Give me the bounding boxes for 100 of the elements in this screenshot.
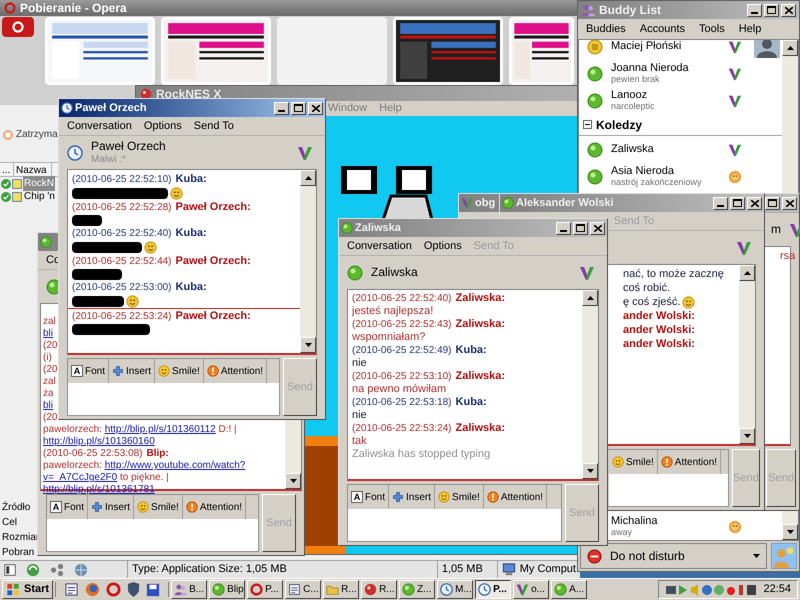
menu-item[interactable]: Conversation xyxy=(67,118,132,134)
status-icon xyxy=(40,236,52,248)
link[interactable]: http://www.youtube.com/watch? xyxy=(104,460,246,471)
link[interactable]: http://blip.pl/s/101360160 xyxy=(43,436,155,447)
refresh-icon[interactable] xyxy=(26,562,40,576)
taskbar-button[interactable]: P... xyxy=(247,580,284,599)
maximize-button[interactable] xyxy=(573,222,588,234)
minimize-button[interactable] xyxy=(274,102,289,114)
scroll-down-button[interactable] xyxy=(285,473,301,489)
scroll-down-button[interactable] xyxy=(300,337,316,353)
taskbar-button[interactable]: P... xyxy=(475,580,512,599)
maximize-button[interactable] xyxy=(764,4,779,16)
buddy-name[interactable]: Michalina xyxy=(611,516,658,526)
group-name: Koledzy xyxy=(596,116,642,134)
scroll-up-button[interactable] xyxy=(739,265,755,281)
taskbar-button[interactable]: Z... xyxy=(399,580,436,599)
scroll-up-button[interactable] xyxy=(782,40,798,56)
menu-item[interactable]: Send To xyxy=(194,118,234,134)
maximize-icon xyxy=(767,6,776,14)
timestamp: (2010-06-25 22:53:24) xyxy=(72,310,172,324)
maximize-button[interactable] xyxy=(730,196,745,210)
scroll-up-button[interactable] xyxy=(300,170,316,186)
speed-dial-tile[interactable] xyxy=(277,17,387,85)
close-button[interactable] xyxy=(590,222,605,234)
down-arrow-icon xyxy=(586,469,594,473)
v-logo-icon xyxy=(516,583,530,596)
timestamp: (2010-06-25 22:52:40) xyxy=(72,227,172,241)
sender-name: Blip: xyxy=(146,448,169,460)
message-text: (20 xyxy=(43,340,58,352)
taskbar-button[interactable]: R... xyxy=(361,580,398,599)
menu-button[interactable] xyxy=(2,17,34,37)
scroll-down-button[interactable] xyxy=(782,524,798,540)
close-button[interactable] xyxy=(308,102,323,114)
input-field[interactable] xyxy=(68,383,279,415)
status-icon xyxy=(402,583,416,596)
start-button[interactable]: Start xyxy=(2,580,54,599)
menu-item[interactable]: Buddies xyxy=(586,20,626,38)
input-field[interactable] xyxy=(348,509,561,541)
taskbar-button[interactable]: o... xyxy=(513,580,550,599)
taskbar-button[interactable]: A... xyxy=(551,580,588,599)
menu-item[interactable]: Help xyxy=(738,20,762,38)
maximize-button[interactable] xyxy=(765,196,780,210)
up-arrow-icon xyxy=(744,271,750,275)
folder-icon xyxy=(326,583,340,596)
buddy-name[interactable]: Lanooz xyxy=(611,90,655,100)
scroll-down-button[interactable] xyxy=(582,463,598,479)
buddy-name[interactable]: Maciej Płoński xyxy=(611,41,682,52)
shield-icon[interactable] xyxy=(127,582,140,597)
taskbar-button[interactable]: C... xyxy=(285,580,322,599)
link[interactable]: http://blip.pl/s/101360112 xyxy=(104,424,216,435)
maximize-button[interactable] xyxy=(291,102,306,114)
menu-item[interactable]: Options xyxy=(424,238,462,254)
close-button[interactable] xyxy=(781,4,796,16)
timestamp: (2010-06-25 22:53:10) xyxy=(352,370,452,383)
buddy-name[interactable]: Asia Nieroda xyxy=(611,166,702,176)
speed-dial-tile[interactable] xyxy=(509,17,574,85)
panel-icon[interactable] xyxy=(4,564,16,576)
input-field[interactable] xyxy=(47,519,258,551)
taskbar-button[interactable]: M... xyxy=(437,580,474,599)
flower-icon xyxy=(728,170,742,184)
link[interactable]: bli xyxy=(43,400,54,411)
status-icon xyxy=(212,583,226,596)
sender-name: Zaliwska: xyxy=(456,292,506,305)
buddy-name[interactable]: Joanna Nieroda xyxy=(611,62,689,74)
close-button[interactable] xyxy=(747,196,762,210)
scroll-down-button[interactable] xyxy=(739,428,755,444)
down-arrow-icon xyxy=(744,434,750,438)
link[interactable]: v=_A7CcJge2F0 xyxy=(43,472,118,483)
check-icon xyxy=(1,192,11,202)
taskbar-button[interactable]: Blip xyxy=(209,580,246,599)
message-text: nie xyxy=(352,357,367,370)
network-icon[interactable] xyxy=(50,562,64,576)
minimize-button[interactable] xyxy=(556,222,571,234)
collapse-icon[interactable] xyxy=(583,120,592,129)
group-header[interactable]: Koledzy xyxy=(579,114,782,136)
sender-name: Kuba: xyxy=(456,344,487,357)
exclamation-icon xyxy=(486,491,499,503)
status-selector[interactable]: Do not disturb xyxy=(580,543,767,569)
menu-item[interactable]: Options xyxy=(144,118,182,134)
minimize-button[interactable] xyxy=(713,196,728,210)
menu-item[interactable]: Conversation xyxy=(347,238,412,254)
stop-button[interactable]: Zatrzyma xyxy=(16,127,58,142)
window-title: Zaliwska xyxy=(355,220,401,236)
globe-icon[interactable] xyxy=(74,562,88,576)
buddy-name[interactable]: Zaliwska xyxy=(611,144,654,155)
input-field[interactable] xyxy=(609,474,728,506)
link[interactable]: bli xyxy=(43,328,54,339)
v-logo-icon xyxy=(728,40,742,54)
menu-item[interactable]: Tools xyxy=(699,20,725,38)
download-item[interactable]: Chip 'n xyxy=(23,189,56,204)
taskbar-button[interactable]: R... xyxy=(323,580,360,599)
message-text: nać, to może zacznę coś robić. xyxy=(623,267,725,295)
scroll-up-button[interactable] xyxy=(582,290,598,306)
column-header[interactable]: ... xyxy=(0,163,14,176)
globe-icon[interactable] xyxy=(85,582,100,597)
minimize-button[interactable] xyxy=(747,4,762,16)
menu-item[interactable]: Accounts xyxy=(640,20,686,38)
taskbar-button[interactable]: B... xyxy=(171,580,208,599)
close-button[interactable] xyxy=(782,196,797,210)
sender-name: Kuba: xyxy=(456,396,487,409)
